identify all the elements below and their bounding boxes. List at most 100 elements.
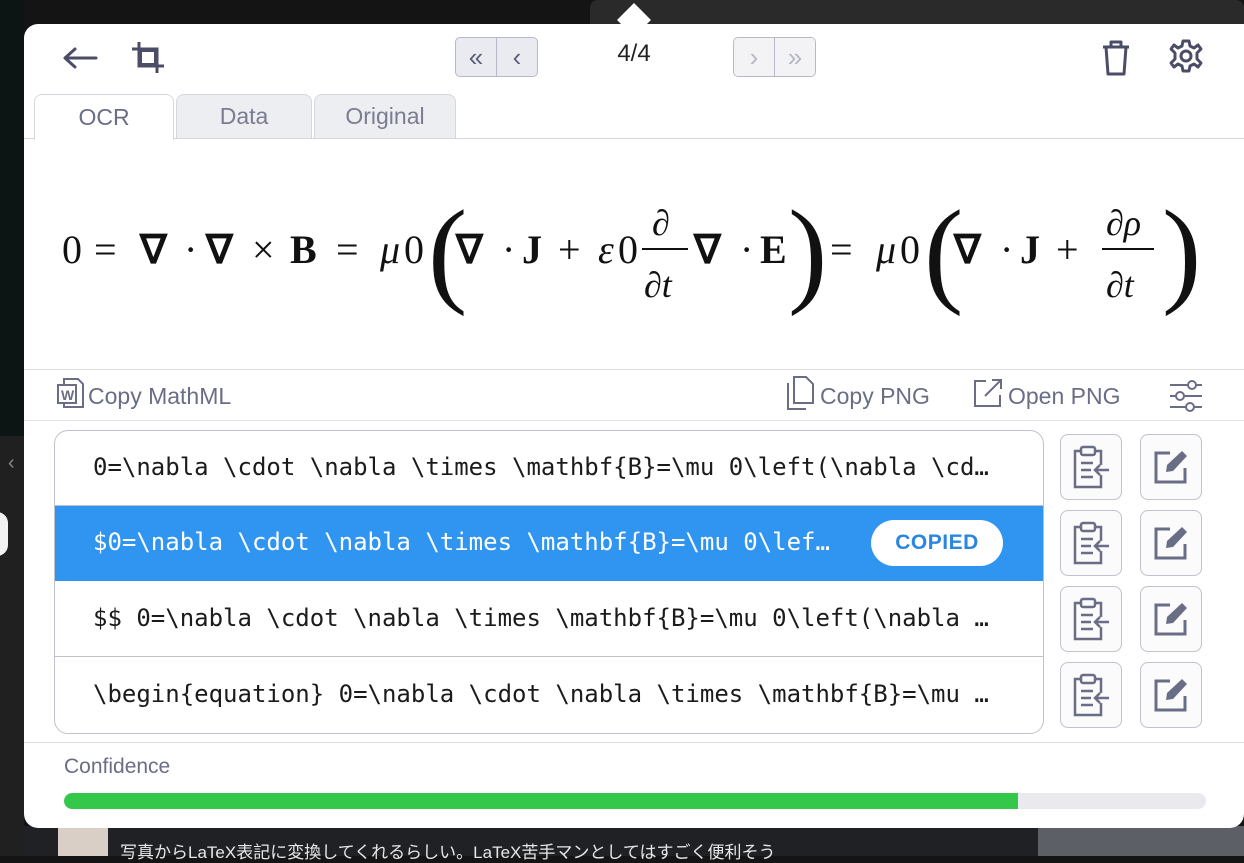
svg-text:∇: ∇	[692, 227, 722, 272]
copy-mathml-label: Copy MathML	[88, 382, 232, 409]
clipboard-paste-icon	[1073, 445, 1109, 489]
confidence-label: Confidence	[64, 755, 171, 778]
svg-text:∂ρ: ∂ρ	[1106, 203, 1141, 243]
svg-text:): )	[1162, 186, 1201, 317]
svg-text:·: ·	[502, 227, 515, 272]
open-png-label: Open PNG	[1008, 382, 1121, 409]
svg-text:ε: ε	[598, 227, 614, 272]
crop-icon[interactable]	[128, 38, 168, 78]
nav-back-group: « ‹	[455, 37, 538, 77]
tab-original[interactable]: Original	[314, 94, 456, 138]
external-link-icon	[972, 377, 1008, 415]
svg-text:+: +	[558, 227, 581, 272]
background-tweet-text: 写真からLaTeX表記に変換してくれるらしい。LaTeX苦手マンとしてはすごく便…	[120, 843, 776, 862]
chevron-left-icon[interactable]: ‹	[496, 38, 537, 76]
open-png-button[interactable]: Open PNG	[972, 378, 1121, 414]
edit-icon	[1154, 679, 1187, 712]
background-avatar	[0, 512, 8, 556]
background-tweet-thumbnail	[1038, 826, 1244, 856]
svg-text:=: =	[94, 227, 117, 272]
svg-text:=: =	[336, 227, 359, 272]
word-doc-icon: W	[56, 377, 88, 415]
tab-ocr[interactable]: OCR	[34, 94, 174, 140]
svg-text:E: E	[760, 227, 787, 272]
latex-text: 0=\nabla \cdot \nabla \times \mathbf{B}=…	[93, 453, 1003, 481]
confidence-bar-fill	[64, 793, 1018, 809]
svg-text:0: 0	[404, 227, 424, 272]
latex-results-list: 0=\nabla \cdot \nabla \times \mathbf{B}=…	[54, 430, 1044, 734]
list-item[interactable]: $$ 0=\nabla \cdot \nabla \times \mathbf{…	[55, 582, 1043, 657]
svg-text:0: 0	[618, 227, 638, 272]
svg-text:∇: ∇	[204, 227, 234, 272]
svg-text:·: ·	[740, 227, 753, 272]
latex-text: \begin{equation} 0=\nabla \cdot \nabla \…	[93, 680, 1003, 708]
edit-icon	[1154, 527, 1187, 560]
list-item-selected[interactable]: $0=\nabla \cdot \nabla \times \mathbf{B}…	[55, 506, 1043, 581]
copy-png-label: Copy PNG	[820, 382, 930, 409]
view-tabs: OCR Data Original	[24, 92, 1244, 140]
paste-button[interactable]	[1060, 662, 1122, 728]
background-back-icon: ‹	[8, 452, 15, 474]
background-window	[0, 436, 24, 856]
svg-text:0: 0	[62, 227, 82, 272]
clipboard-paste-icon	[1073, 597, 1109, 641]
tab-data[interactable]: Data	[176, 94, 312, 138]
nav-forward-group: › »	[733, 37, 816, 77]
latex-text: $0=\nabla \cdot \nabla \times \mathbf{B}…	[93, 528, 843, 556]
list-item[interactable]: 0=\nabla \cdot \nabla \times \mathbf{B}=…	[55, 431, 1043, 506]
gear-icon[interactable]	[1166, 36, 1206, 76]
edit-button[interactable]	[1140, 510, 1202, 576]
double-chevron-left-icon[interactable]: «	[456, 38, 496, 76]
copy-png-button[interactable]: Copy PNG	[784, 375, 930, 417]
action-bar: W Copy MathML Copy PNG Open PNG	[24, 369, 1244, 421]
svg-text:μ: μ	[379, 227, 400, 272]
svg-text:·: ·	[184, 227, 197, 272]
svg-text:×: ×	[252, 227, 275, 272]
rendered-formula: 0 = ∇ · ∇ × B = μ 0 ( ∇ · J + ε 0 ∂ ∂t ∇…	[24, 139, 1244, 369]
formula-render: 0 = ∇ · ∇ × B = μ 0 ( ∇ · J + ε 0 ∂ ∂t ∇…	[62, 186, 1201, 317]
sliders-icon[interactable]	[1168, 378, 1208, 414]
clipboard-paste-icon	[1073, 521, 1109, 565]
list-item[interactable]: \begin{equation} 0=\nabla \cdot \nabla \…	[55, 658, 1043, 733]
background-tweet-avatar	[58, 826, 108, 856]
edit-icon	[1154, 451, 1187, 484]
svg-text:·: ·	[1000, 227, 1013, 272]
copy-mathml-button[interactable]: W Copy MathML	[56, 378, 231, 414]
svg-text:W: W	[61, 387, 75, 403]
desktop-left-strip: ‹	[0, 0, 24, 856]
clipboard-paste-icon	[1073, 673, 1109, 717]
svg-text:J: J	[1020, 227, 1040, 272]
edit-icon	[1154, 603, 1187, 636]
svg-text:∇: ∇	[138, 227, 168, 272]
svg-text:μ: μ	[875, 227, 896, 272]
svg-text:∂: ∂	[652, 203, 670, 243]
back-arrow-icon[interactable]	[58, 40, 102, 76]
svg-text:∇: ∇	[454, 227, 484, 272]
confidence-section: Confidence	[24, 742, 1244, 828]
svg-text:+: +	[1056, 227, 1079, 272]
background-tweet: 写真からLaTeX表記に変換してくれるらしい。LaTeX苦手マンとしてはすごく便…	[24, 826, 1244, 862]
paste-button[interactable]	[1060, 434, 1122, 500]
edit-button[interactable]	[1140, 434, 1202, 500]
paste-button[interactable]	[1060, 510, 1122, 576]
copy-icon	[784, 375, 820, 417]
copied-badge: COPIED	[871, 520, 1003, 566]
confidence-bar	[64, 793, 1206, 809]
chevron-right-icon[interactable]: ›	[734, 38, 774, 76]
toolbar: « ‹ 4/4 › »	[24, 24, 1244, 92]
latex-text: $$ 0=\nabla \cdot \nabla \times \mathbf{…	[93, 604, 1003, 632]
ocr-popover: « ‹ 4/4 › » OCR Data Original 0 = ∇ · ∇ …	[24, 24, 1244, 828]
paste-button[interactable]	[1060, 586, 1122, 652]
double-chevron-right-icon[interactable]: »	[774, 38, 815, 76]
svg-text:∇: ∇	[952, 227, 982, 272]
svg-text:): )	[788, 186, 827, 317]
svg-text:∂t: ∂t	[1106, 265, 1135, 305]
svg-text:B: B	[290, 227, 317, 272]
page-counter: 4/4	[617, 40, 651, 67]
svg-text:∂t: ∂t	[644, 265, 673, 305]
edit-button[interactable]	[1140, 662, 1202, 728]
svg-text:0: 0	[900, 227, 920, 272]
svg-text:=: =	[830, 227, 853, 272]
edit-button[interactable]	[1140, 586, 1202, 652]
trash-icon[interactable]	[1096, 36, 1136, 80]
